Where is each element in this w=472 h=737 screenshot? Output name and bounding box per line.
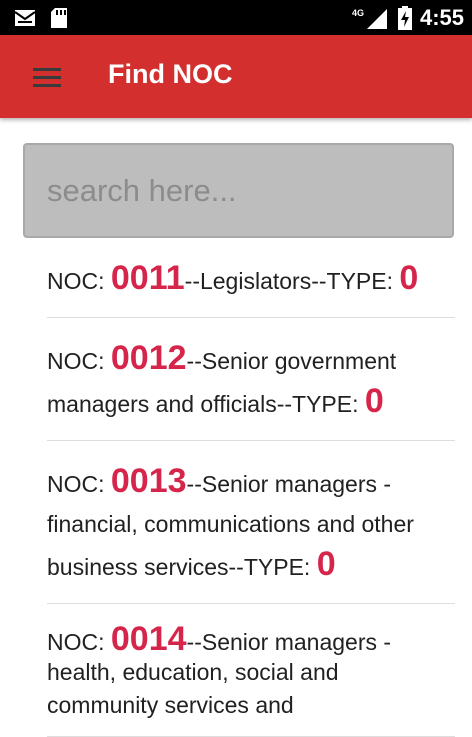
noc-description: --Legislators--TYPE: xyxy=(184,268,400,294)
status-system: 4G 4:55 xyxy=(352,4,464,32)
noc-type: 0 xyxy=(316,545,336,583)
noc-code: 0013 xyxy=(110,462,187,500)
list-item[interactable]: NOC: 0013--Senior managers - financial, … xyxy=(47,441,455,604)
list-item[interactable]: NOC: 0011--Legislators--TYPE: 0 xyxy=(47,238,455,318)
list-item[interactable]: NOC: 0012--Senior government managers an… xyxy=(47,318,455,441)
noc-prefix: NOC: xyxy=(47,629,111,655)
search-input[interactable] xyxy=(25,145,452,236)
noc-code: 0011 xyxy=(110,259,185,297)
noc-code: 0014 xyxy=(110,620,187,658)
hamburger-menu-icon[interactable] xyxy=(20,53,74,101)
battery-charging-icon xyxy=(397,6,412,30)
search-container xyxy=(23,143,454,238)
signal-indicator: 4G xyxy=(352,6,388,30)
noc-type: 0 xyxy=(399,259,419,297)
status-notifications xyxy=(14,6,68,30)
mail-icon xyxy=(14,10,36,26)
noc-list: NOC: 0011--Legislators--TYPE: 0 NOC: 001… xyxy=(47,238,455,737)
noc-code: 0012 xyxy=(110,339,187,377)
app-bar: Find NOC xyxy=(0,35,472,118)
network-type-label: 4G xyxy=(351,8,364,18)
list-item[interactable]: NOC: 0014--Senior managers - health, edu… xyxy=(47,604,455,737)
noc-prefix: NOC: xyxy=(47,471,111,497)
page-title: Find NOC xyxy=(108,59,233,89)
noc-type: 0 xyxy=(364,382,384,420)
clock: 4:55 xyxy=(419,5,464,30)
signal-icon xyxy=(366,9,387,29)
sd-card-icon xyxy=(51,8,67,28)
noc-prefix: NOC: xyxy=(47,268,111,294)
noc-prefix: NOC: xyxy=(47,348,111,374)
status-bar: 4G 4:55 xyxy=(0,0,472,35)
